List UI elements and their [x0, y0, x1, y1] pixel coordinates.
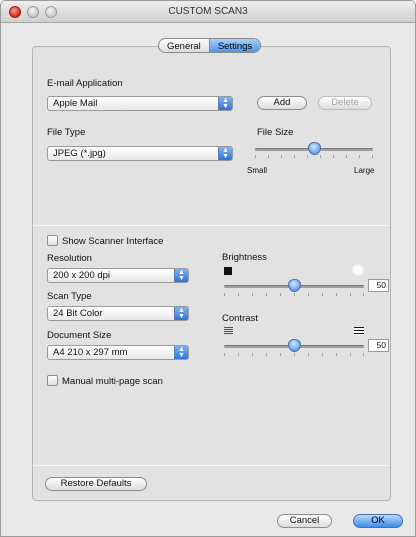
- custom-scan-dialog: CUSTOM SCAN3 General Settings E-mail App…: [0, 0, 416, 537]
- ok-button[interactable]: OK: [353, 514, 403, 528]
- document-size-label: Document Size: [47, 330, 112, 341]
- file-size-label: File Size: [257, 127, 294, 138]
- file-type-popup[interactable]: JPEG (*.jpg) ▲ ▼: [47, 146, 233, 161]
- delete-button[interactable]: Delete: [318, 96, 372, 110]
- file-size-large-label: Large: [354, 166, 375, 175]
- restore-defaults-button[interactable]: Restore Defaults: [45, 477, 147, 491]
- tab-bar: General Settings: [158, 38, 262, 53]
- show-scanner-interface-label: Show Scanner Interface: [62, 236, 164, 247]
- file-size-ticks: [255, 155, 373, 159]
- settings-panel: E-mail Application Apple Mail ▲ ▼ Add Del…: [32, 46, 391, 501]
- title-bar: CUSTOM SCAN3: [1, 1, 415, 23]
- file-size-small-label: Small: [247, 166, 268, 175]
- show-scanner-interface-checkbox[interactable]: [47, 235, 58, 246]
- popup-arrows-icon: ▲ ▼: [174, 269, 188, 282]
- contrast-ticks: [224, 353, 364, 357]
- cancel-button[interactable]: Cancel: [277, 514, 332, 528]
- popup-arrows-icon: ▲ ▼: [174, 307, 188, 320]
- tab-general[interactable]: General: [159, 39, 210, 52]
- file-type-value: JPEG (*.jpg): [53, 148, 106, 159]
- resolution-value: 200 x 200 dpi: [53, 270, 111, 281]
- tab-settings[interactable]: Settings: [209, 39, 261, 52]
- manual-multipage-checkbox[interactable]: [47, 375, 58, 386]
- window-title: CUSTOM SCAN3: [168, 6, 248, 17]
- dark-square-icon: [224, 267, 232, 275]
- popup-arrows-icon: ▲ ▼: [218, 97, 232, 110]
- contrast-value-field[interactable]: 50: [368, 339, 389, 352]
- scan-type-popup[interactable]: 24 Bit Color ▲ ▼: [47, 306, 189, 321]
- brightness-label: Brightness: [222, 252, 267, 263]
- brightness-ticks: [224, 293, 364, 297]
- footer-divider: [33, 465, 390, 466]
- email-application-label: E-mail Application: [47, 78, 123, 89]
- high-contrast-icon: [354, 327, 364, 335]
- manual-multipage-label: Manual multi-page scan: [62, 376, 163, 387]
- email-application-popup[interactable]: Apple Mail ▲ ▼: [47, 96, 233, 111]
- section-divider: [33, 225, 390, 226]
- scan-type-value: 24 Bit Color: [53, 308, 103, 319]
- low-contrast-icon: [224, 327, 233, 335]
- resolution-popup[interactable]: 200 x 200 dpi ▲ ▼: [47, 268, 189, 283]
- popup-arrows-icon: ▲ ▼: [174, 346, 188, 359]
- add-button[interactable]: Add: [257, 96, 307, 110]
- popup-arrows-icon: ▲ ▼: [218, 147, 232, 160]
- brightness-slider-knob[interactable]: [287, 279, 301, 292]
- document-size-value: A4 210 x 297 mm: [53, 347, 128, 358]
- resolution-label: Resolution: [47, 253, 92, 264]
- email-application-value: Apple Mail: [53, 98, 98, 109]
- brightness-value-field[interactable]: 50: [368, 279, 389, 292]
- document-size-popup[interactable]: A4 210 x 297 mm ▲ ▼: [47, 345, 189, 360]
- scan-type-label: Scan Type: [47, 291, 92, 302]
- contrast-label: Contrast: [222, 313, 258, 324]
- contrast-slider-knob[interactable]: [287, 339, 301, 352]
- file-size-slider-knob[interactable]: [307, 142, 321, 155]
- file-type-label: File Type: [47, 127, 86, 138]
- light-circle-icon: [353, 265, 363, 275]
